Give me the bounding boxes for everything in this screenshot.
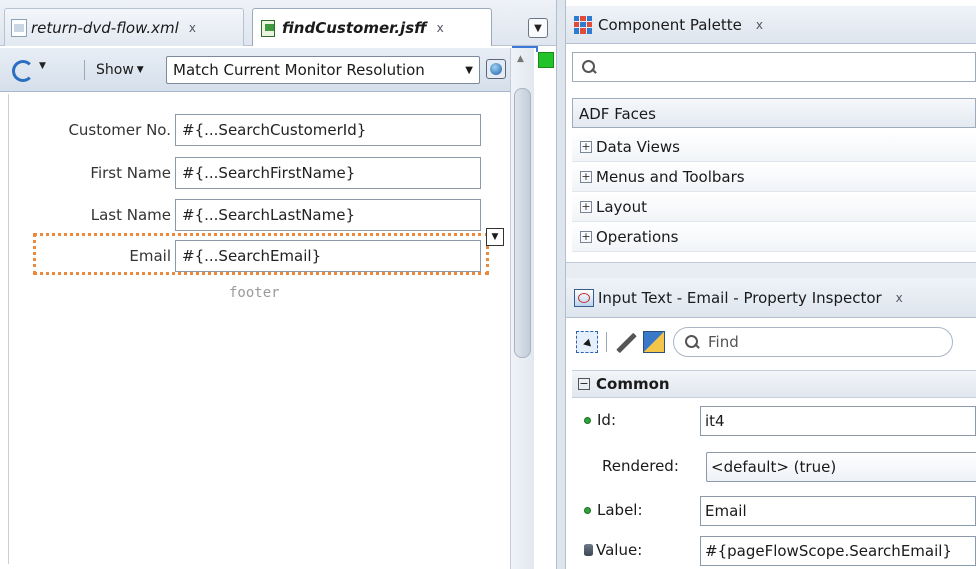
- property-inspector: Input Text - Email - Property Inspector …: [566, 278, 976, 569]
- pane-splitter[interactable]: [556, 0, 566, 569]
- inspector-title: Input Text - Email - Property Inspector: [598, 288, 882, 307]
- scroll-up-icon[interactable]: ▲: [517, 54, 524, 64]
- category-label: Layout: [596, 197, 647, 216]
- search-icon: [684, 334, 700, 350]
- selection-outline: [33, 233, 489, 275]
- chevron-down-icon[interactable]: ▼: [528, 18, 548, 38]
- collapse-icon: −: [578, 377, 590, 390]
- tab-label: return-dvd-flow.xml: [31, 18, 179, 37]
- category-label: Operations: [596, 227, 679, 246]
- refresh-icon[interactable]: [10, 58, 34, 82]
- design-canvas[interactable]: Customer No. #{...SearchCustomerId} Firs…: [8, 94, 508, 564]
- first-name-input[interactable]: #{...SearchFirstName}: [175, 157, 481, 189]
- form-row-first-name: First Name #{...SearchFirstName}: [23, 157, 483, 189]
- property-label: Id:: [584, 411, 616, 429]
- section-label: Common: [596, 375, 670, 393]
- property-label: Label:: [584, 501, 643, 519]
- edit-component-icon[interactable]: [643, 331, 665, 353]
- resolution-select[interactable]: Match Current Monitor Resolution ▼: [166, 56, 480, 84]
- inspector-tab[interactable]: Input Text - Email - Property Inspector …: [566, 278, 976, 318]
- xml-file-icon: [11, 18, 27, 37]
- property-label-text: Value:: [596, 541, 643, 559]
- expand-icon: +: [580, 199, 592, 213]
- caret-down-icon: ▼: [465, 65, 473, 76]
- close-icon[interactable]: x: [756, 18, 763, 32]
- id-field[interactable]: it4: [700, 406, 976, 436]
- palette-category-operations[interactable]: + Operations: [572, 222, 976, 252]
- find-placeholder: Find: [708, 333, 739, 351]
- jsff-file-icon: [259, 19, 277, 37]
- toolbar-separator: [84, 60, 85, 80]
- chevron-down-icon[interactable]: ▼: [486, 228, 504, 246]
- field-label: Last Name: [90, 206, 171, 224]
- property-row-label: Label: Email: [572, 492, 976, 528]
- tab-find-customer[interactable]: findCustomer.jsff x: [252, 8, 492, 46]
- palette-library-select[interactable]: ADF Faces: [572, 98, 976, 128]
- resolution-value: Match Current Monitor Resolution: [173, 61, 425, 79]
- footer-facet-label[interactable]: footer: [229, 285, 280, 301]
- property-label-text: Id:: [597, 411, 616, 429]
- property-label: Value:: [584, 541, 642, 559]
- property-label: Rendered:: [602, 457, 679, 475]
- customer-no-input[interactable]: #{...SearchCustomerId}: [175, 114, 481, 146]
- tab-label: findCustomer.jsff: [282, 18, 427, 37]
- property-label-text: Label:: [597, 501, 643, 519]
- pencil-icon[interactable]: [615, 331, 637, 353]
- field-label: Customer No.: [68, 121, 171, 139]
- value-field[interactable]: #{pageFlowScope.SearchEmail}: [700, 536, 976, 566]
- component-palette: Component Palette x ADF Faces + Data Vie…: [566, 0, 976, 278]
- category-label: Menus and Toolbars: [596, 167, 745, 186]
- close-icon[interactable]: x: [896, 291, 903, 305]
- palette-grid-icon: [574, 15, 592, 34]
- palette-category-data-views[interactable]: + Data Views: [572, 132, 976, 162]
- editor-tab-bar: return-dvd-flow.xml x findCustomer.jsff …: [0, 0, 556, 46]
- editor-toolbar: ▼ Show ▼ Match Current Monitor Resolutio…: [0, 48, 510, 92]
- palette-title: Component Palette: [598, 15, 742, 34]
- caret-down-icon: ▼: [136, 65, 144, 75]
- inspector-icon: [574, 288, 594, 307]
- close-icon[interactable]: x: [189, 21, 196, 35]
- show-label: Show: [96, 62, 134, 78]
- close-icon[interactable]: x: [437, 21, 444, 35]
- required-indicator-icon: [584, 416, 591, 424]
- expand-icon: +: [580, 139, 592, 153]
- form-row-last-name: Last Name #{...SearchLastName}: [23, 199, 483, 231]
- palette-search-input[interactable]: [572, 52, 976, 82]
- expand-icon: +: [580, 229, 592, 243]
- expand-icon: +: [580, 169, 592, 183]
- select-in-editor-icon[interactable]: [576, 331, 598, 353]
- search-icon: [581, 59, 597, 75]
- rendered-select[interactable]: <default> (true): [706, 452, 976, 482]
- palette-splitter[interactable]: [566, 262, 976, 278]
- property-row-value: Value: #{pageFlowScope.SearchEmail}: [572, 532, 976, 568]
- section-header-common[interactable]: − Common: [572, 370, 976, 398]
- label-field[interactable]: Email: [700, 496, 976, 526]
- show-menu-button[interactable]: Show ▼: [96, 58, 144, 82]
- palette-category-layout[interactable]: + Layout: [572, 192, 976, 222]
- property-label-text: Rendered:: [602, 457, 679, 475]
- form-row-customer-no: Customer No. #{...SearchCustomerId}: [23, 114, 483, 146]
- refresh-dropdown-caret[interactable]: ▼: [39, 61, 46, 71]
- field-label: First Name: [90, 164, 171, 182]
- palette-category-menus-and-toolbars[interactable]: + Menus and Toolbars: [572, 162, 976, 192]
- last-name-input[interactable]: #{...SearchLastName}: [175, 199, 481, 231]
- palette-tab[interactable]: Component Palette x: [566, 6, 976, 44]
- property-row-rendered: Rendered: <default> (true): [572, 448, 976, 484]
- database-icon: [584, 544, 593, 556]
- status-indicator: [538, 52, 554, 68]
- globe-icon[interactable]: [486, 59, 506, 79]
- vertical-scrollbar[interactable]: ▲: [510, 48, 534, 569]
- category-label: Data Views: [596, 137, 680, 156]
- tab-return-dvd-flow[interactable]: return-dvd-flow.xml x: [4, 8, 244, 46]
- inspector-find-input[interactable]: Find: [673, 327, 953, 357]
- property-row-id: Id: it4: [572, 402, 976, 438]
- editor-pane: return-dvd-flow.xml x findCustomer.jsff …: [0, 0, 556, 569]
- inspector-toolbar: Find: [566, 322, 976, 362]
- toolbar-separator: [606, 332, 607, 352]
- required-indicator-icon: [584, 506, 591, 514]
- scrollbar-thumb[interactable]: [514, 88, 531, 358]
